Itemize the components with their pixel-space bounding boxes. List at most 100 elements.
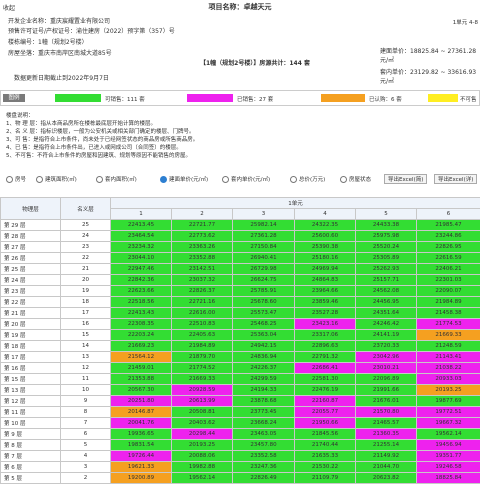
unit-cell[interactable]: 22581.30 xyxy=(294,373,356,385)
unit-cell[interactable]: 25180.16 xyxy=(294,252,356,264)
unit-cell[interactable]: 24864.83 xyxy=(294,274,356,286)
unit-cell[interactable]: 20298.44 xyxy=(171,428,233,440)
unit-cell[interactable]: 20403.62 xyxy=(171,417,233,429)
unit-cell[interactable]: 20933.03 xyxy=(415,373,480,385)
unit-cell[interactable]: 19351.77 xyxy=(415,450,480,462)
unit-cell[interactable]: 19982.88 xyxy=(171,461,233,473)
unit-cell[interactable]: 23044.10 xyxy=(110,252,172,264)
unit-cell[interactable]: 25573.47 xyxy=(232,307,295,319)
unit-cell[interactable]: 20041.76 xyxy=(110,417,172,429)
unit-cell[interactable]: 23464.54 xyxy=(110,230,172,242)
unit-cell[interactable]: 22413.43 xyxy=(110,307,172,319)
unit-cell[interactable]: 20193.25 xyxy=(415,384,480,396)
radio-built-price[interactable]: 建面单价(元/㎡) xyxy=(160,175,208,183)
unit-cell[interactable]: 22203.24 xyxy=(110,329,172,341)
unit-cell[interactable]: 23142.51 xyxy=(171,263,233,275)
unit-cell[interactable]: 21669.33 xyxy=(415,329,480,341)
unit-cell[interactable]: 21879.70 xyxy=(171,351,233,363)
unit-cell[interactable]: 22826.49 xyxy=(232,472,295,484)
unit-cell[interactable]: 21984.89 xyxy=(171,340,233,352)
unit-cell[interactable]: 23463.05 xyxy=(232,428,295,440)
unit-cell[interactable]: 19562.14 xyxy=(171,472,233,484)
unit-cell[interactable]: 22616.00 xyxy=(171,307,233,319)
unit-cell[interactable]: 21149.92 xyxy=(355,450,417,462)
unit-cell[interactable]: 20613.99 xyxy=(171,395,233,407)
unit-cell[interactable]: 23457.80 xyxy=(232,439,295,451)
unit-cell[interactable]: 22773.62 xyxy=(171,230,233,242)
unit-cell[interactable]: 21669.23 xyxy=(110,340,172,352)
unit-cell[interactable]: 21353.88 xyxy=(110,373,172,385)
unit-cell[interactable]: 21564.12 xyxy=(110,351,172,363)
unit-cell[interactable]: 25520.24 xyxy=(355,241,417,253)
unit-cell[interactable]: 25785.91 xyxy=(232,285,295,297)
unit-cell[interactable]: 23010.21 xyxy=(355,362,417,374)
unit-cell[interactable]: 22721.77 xyxy=(171,219,233,231)
unit-cell[interactable]: 21950.66 xyxy=(294,417,356,429)
radio-status[interactable]: 房屋状态 xyxy=(340,175,371,183)
unit-cell[interactable]: 23773.45 xyxy=(232,406,295,418)
unit-cell[interactable]: 25363.04 xyxy=(232,329,295,341)
unit-cell[interactable]: 21774.53 xyxy=(415,318,480,330)
radio-circle-selected[interactable] xyxy=(160,176,167,183)
unit-cell[interactable]: 23247.36 xyxy=(232,461,295,473)
radio-circle[interactable] xyxy=(96,176,103,183)
unit-cell[interactable]: 22623.66 xyxy=(110,285,172,297)
unit-cell[interactable]: 21038.22 xyxy=(415,362,480,374)
unit-cell[interactable]: 24433.38 xyxy=(355,219,417,231)
unit-cell[interactable]: 22406.21 xyxy=(415,263,480,275)
unit-cell[interactable]: 25975.98 xyxy=(355,230,417,242)
unit-cell[interactable]: 21740.44 xyxy=(294,439,356,451)
unit-cell[interactable]: 20088.06 xyxy=(171,450,233,462)
unit-cell[interactable]: 24226.37 xyxy=(232,362,295,374)
unit-cell[interactable]: 22476.19 xyxy=(294,384,356,396)
unit-cell[interactable]: 24351.64 xyxy=(355,307,417,319)
unit-cell[interactable]: 24836.94 xyxy=(232,351,295,363)
unit-cell[interactable]: 22096.89 xyxy=(355,373,417,385)
unit-cell[interactable]: 24141.19 xyxy=(355,329,417,341)
unit-cell[interactable]: 20567.30 xyxy=(110,384,172,396)
unit-cell[interactable]: 25678.60 xyxy=(232,296,295,308)
unit-cell[interactable]: 22405.63 xyxy=(171,329,233,341)
unit-cell[interactable]: 22160.87 xyxy=(294,395,356,407)
unit-cell[interactable]: 21360.35 xyxy=(355,428,417,440)
unit-cell[interactable]: 21465.57 xyxy=(355,417,417,429)
unit-cell[interactable]: 25390.38 xyxy=(294,241,356,253)
unit-cell[interactable]: 21255.14 xyxy=(355,439,417,451)
unit-cell[interactable]: 21143.41 xyxy=(415,351,480,363)
unit-cell[interactable]: 22308.35 xyxy=(110,318,172,330)
unit-cell[interactable]: 22055.77 xyxy=(294,406,356,418)
unit-cell[interactable]: 19877.69 xyxy=(415,395,480,407)
radio-circle[interactable] xyxy=(340,176,347,183)
unit-cell[interactable]: 18825.84 xyxy=(415,472,480,484)
unit-cell[interactable]: 23859.46 xyxy=(294,296,356,308)
unit-cell[interactable]: 24194.33 xyxy=(232,384,295,396)
unit-cell[interactable]: 22826.37 xyxy=(171,285,233,297)
unit-cell[interactable]: 19667.32 xyxy=(415,417,480,429)
unit-cell[interactable]: 26940.41 xyxy=(232,252,295,264)
unit-cell[interactable]: 20508.81 xyxy=(171,406,233,418)
unit-cell[interactable]: 19200.89 xyxy=(110,472,172,484)
unit-cell[interactable]: 23352.88 xyxy=(171,252,233,264)
unit-cell[interactable]: 23363.26 xyxy=(171,241,233,253)
unit-cell[interactable]: 23042.96 xyxy=(355,351,417,363)
unit-cell[interactable]: 22896.63 xyxy=(294,340,356,352)
unit-cell[interactable]: 19456.94 xyxy=(415,439,480,451)
unit-cell[interactable]: 21570.80 xyxy=(355,406,417,418)
unit-cell[interactable]: 21991.66 xyxy=(355,384,417,396)
unit-cell[interactable]: 23668.24 xyxy=(232,417,295,429)
unit-cell[interactable]: 21458.38 xyxy=(415,307,480,319)
unit-cell[interactable]: 22518.56 xyxy=(110,296,172,308)
unit-cell[interactable]: 24456.95 xyxy=(355,296,417,308)
unit-cell[interactable]: 26729.98 xyxy=(232,263,295,275)
unit-cell[interactable]: 22791.32 xyxy=(294,351,356,363)
radio-total-price[interactable]: 总价(万元) xyxy=(290,175,325,183)
unit-cell[interactable]: 22413.45 xyxy=(110,219,172,231)
unit-cell[interactable]: 22510.83 xyxy=(171,318,233,330)
unit-cell[interactable]: 23234.32 xyxy=(110,241,172,253)
unit-cell[interactable]: 19562.14 xyxy=(415,428,480,440)
unit-cell[interactable]: 22947.46 xyxy=(110,263,172,275)
unit-cell[interactable]: 19772.51 xyxy=(415,406,480,418)
unit-cell[interactable]: 25262.93 xyxy=(355,263,417,275)
unit-cell[interactable]: 21669.33 xyxy=(171,373,233,385)
unit-cell[interactable]: 24969.94 xyxy=(294,263,356,275)
